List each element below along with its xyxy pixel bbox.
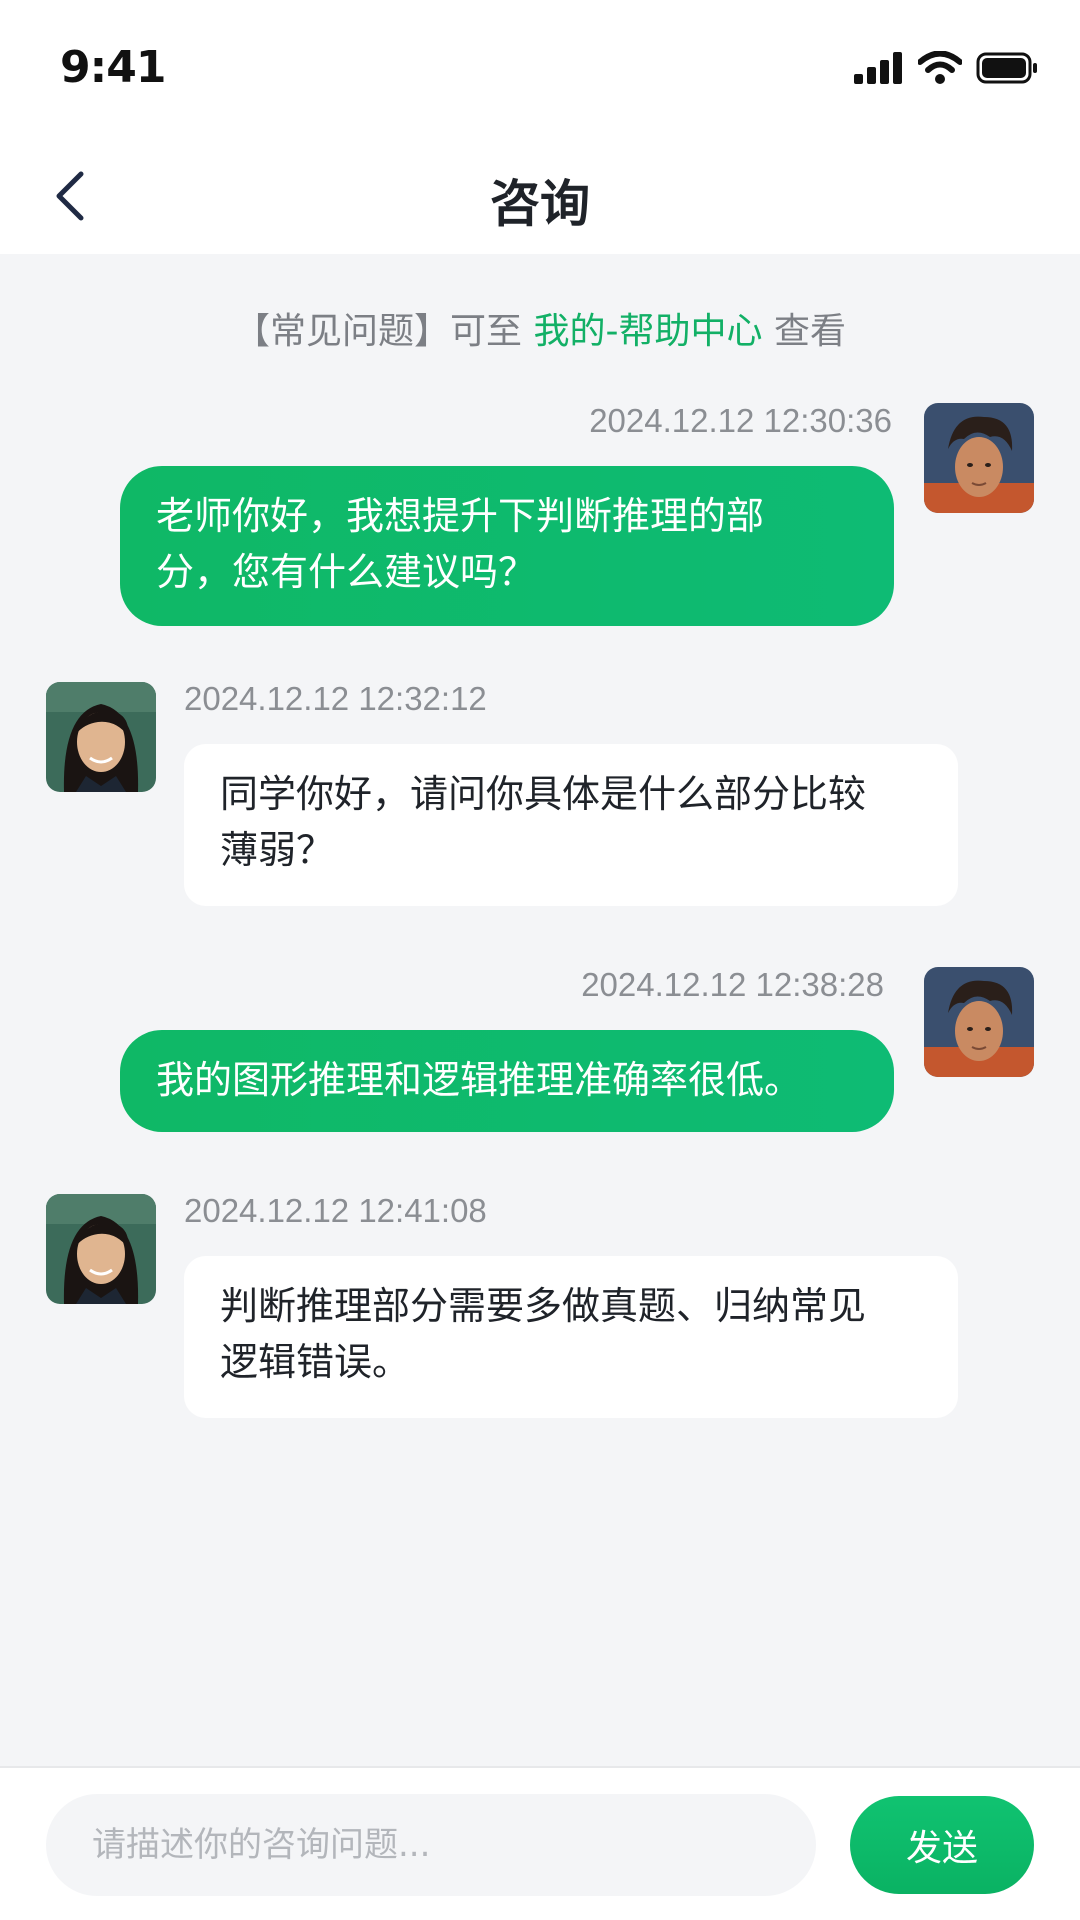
message-line: 判断推理部分需要多做真题、归纳常见 xyxy=(220,1284,867,1328)
composer-bar: 发送 xyxy=(0,1766,1080,1920)
message-line: 薄弱？ xyxy=(220,828,335,872)
message-line: 同学你好，请问你具体是什么部分比较 xyxy=(220,772,867,816)
teacher-avatar[interactable] xyxy=(46,682,156,792)
message-line: 老师你好，我想提升下判断推理的部 xyxy=(156,494,765,538)
notice-suffix: 查看 xyxy=(773,311,846,352)
chat-area[interactable]: 【常见问题】可至 我的-帮助中心 查看 2024.12.12 12:30:36 … xyxy=(0,254,1080,1766)
message-line: 分，您有什么建议吗？ xyxy=(156,550,537,594)
help-notice: 【常见问题】可至 我的-帮助中心 查看 xyxy=(0,302,1080,354)
user-avatar[interactable] xyxy=(924,403,1034,513)
wifi-icon xyxy=(918,51,962,84)
help-center-link[interactable]: 我的-帮助中心 xyxy=(534,311,763,352)
message-time: 2024.12.12 12:30:36 xyxy=(589,402,892,439)
teacher-avatar[interactable] xyxy=(46,1194,156,1304)
status-icons xyxy=(854,48,1038,88)
message-time: 2024.12.12 12:38:28 xyxy=(581,966,884,1003)
send-button[interactable]: 发送 xyxy=(850,1796,1034,1894)
user-avatar[interactable] xyxy=(924,967,1034,1077)
message-bubble-received[interactable]: 判断推理部分需要多做真题、归纳常见 逻辑错误。 xyxy=(184,1256,958,1418)
message-bubble-received[interactable]: 同学你好，请问你具体是什么部分比较 薄弱？ xyxy=(184,744,958,906)
cellular-signal-icon xyxy=(854,52,902,84)
nav-bar: 咨询 xyxy=(0,140,1080,254)
status-time: 9:41 xyxy=(60,42,166,93)
message-time: 2024.12.12 12:41:08 xyxy=(184,1192,487,1229)
status-bar: 9:41 xyxy=(0,0,1080,140)
message-input[interactable] xyxy=(46,1794,816,1896)
page-title: 咨询 xyxy=(490,175,590,233)
message-time: 2024.12.12 12:32:12 xyxy=(184,680,487,717)
message-bubble-sent[interactable]: 老师你好，我想提升下判断推理的部 分，您有什么建议吗？ xyxy=(120,466,894,626)
battery-icon xyxy=(976,52,1037,84)
message-line: 我的图形推理和逻辑推理准确率很低。 xyxy=(156,1058,803,1102)
notice-prefix: 【常见问题】可至 xyxy=(234,311,523,352)
message-line: 逻辑错误。 xyxy=(220,1340,411,1384)
message-bubble-sent[interactable]: 我的图形推理和逻辑推理准确率很低。 xyxy=(120,1030,894,1132)
